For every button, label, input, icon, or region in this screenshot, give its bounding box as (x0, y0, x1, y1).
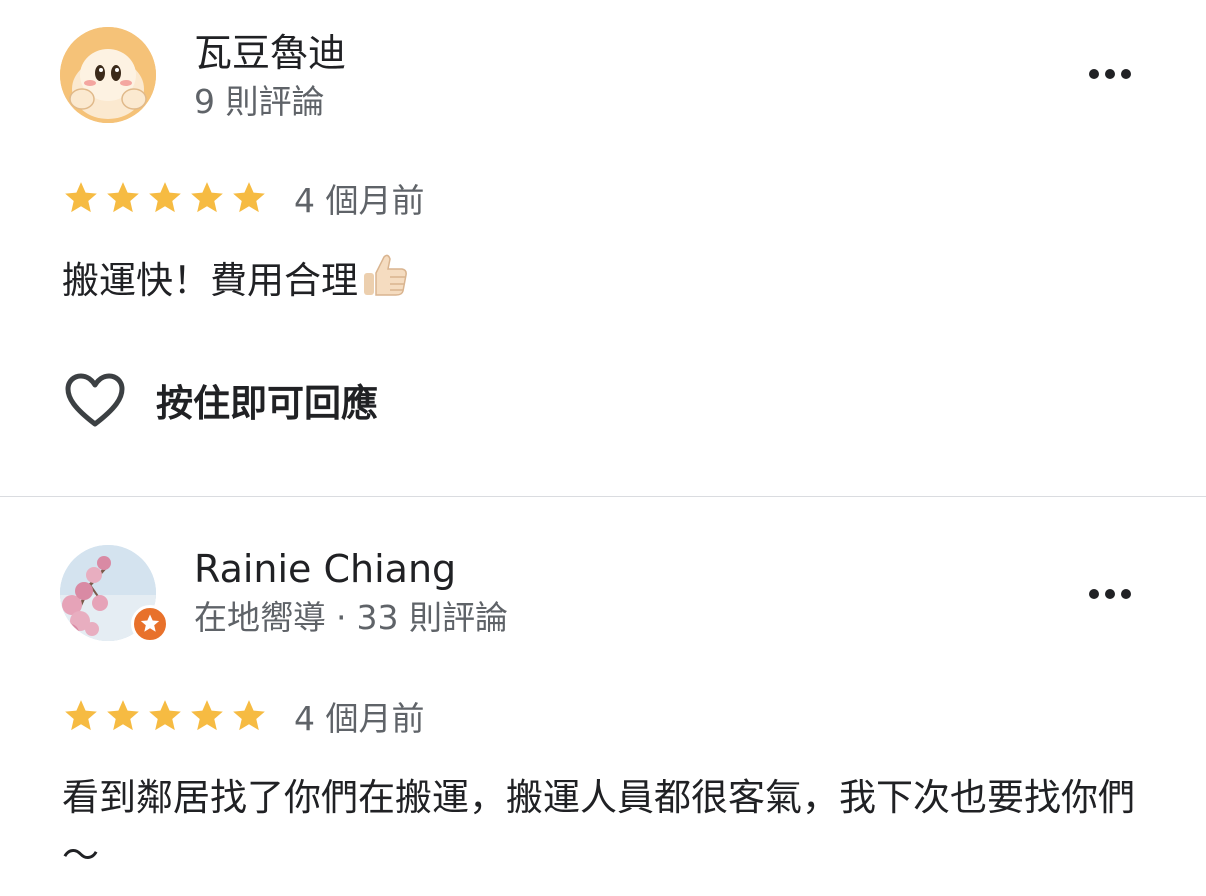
review-count: 9 則評論 (194, 82, 325, 121)
more-options-button[interactable] (1078, 574, 1142, 614)
reviewer-name[interactable]: 瓦豆魯迪 (194, 30, 346, 76)
more-options-icon (1089, 69, 1099, 79)
cartoon-avatar-icon (60, 27, 156, 123)
more-options-icon-dot (1121, 589, 1131, 599)
review-text-content: 搬運快！費用合理 (62, 259, 358, 302)
review-card: 瓦豆魯迪 9 則評論 4 個月前 搬運快！費用合理 按住即可回應 (0, 0, 1206, 497)
more-options-icon-dot (1105, 589, 1115, 599)
review-count: 33 則評論 (356, 598, 508, 637)
local-guide-label: 在地嚮導 (194, 598, 326, 637)
review-card: Rainie Chiang 在地嚮導 · 33 則評論 4 個月前 看到鄰居找了你們… (0, 498, 1206, 896)
review-text: 搬運快！費用合理 (62, 249, 1162, 310)
like-label: 按住即可回應 (156, 382, 378, 425)
thumbs-up-icon (364, 254, 407, 296)
star-icon (233, 182, 265, 213)
star-icon (65, 182, 97, 213)
star-icon (191, 182, 223, 213)
star-icon (233, 700, 265, 731)
star-icon (149, 182, 181, 213)
review-time: 4 個月前 (294, 181, 425, 220)
avatar[interactable] (60, 27, 156, 123)
more-options-icon-dot (1105, 69, 1115, 79)
rating-row: 4 個月前 (62, 694, 425, 738)
divider (0, 496, 1206, 497)
local-guide-badge (131, 605, 169, 643)
reviewer-meta: 在地嚮導 · 33 則評論 (194, 598, 508, 638)
more-options-button[interactable] (1078, 54, 1142, 94)
more-options-icon-dot (1121, 69, 1131, 79)
star-rating (62, 179, 268, 217)
star-icon (149, 700, 181, 731)
more-options-icon (1089, 589, 1099, 599)
rating-row: 4 個月前 (62, 176, 425, 220)
star-icon (107, 700, 139, 731)
like-button[interactable]: 按住即可回應 (64, 370, 378, 430)
heart-icon (65, 373, 125, 427)
local-guide-star-icon (140, 614, 160, 632)
review-text: 看到鄰居找了你們在搬運，搬運人員都很客氣，我下次也要找你們～ (62, 776, 1135, 877)
star-icon (65, 700, 97, 731)
review-time: 4 個月前 (294, 699, 425, 738)
meta-separator: · (336, 598, 347, 637)
reviewer-name[interactable]: Rainie Chiang (194, 546, 456, 592)
star-icon (107, 182, 139, 213)
star-rating (62, 697, 268, 735)
star-icon (191, 700, 223, 731)
